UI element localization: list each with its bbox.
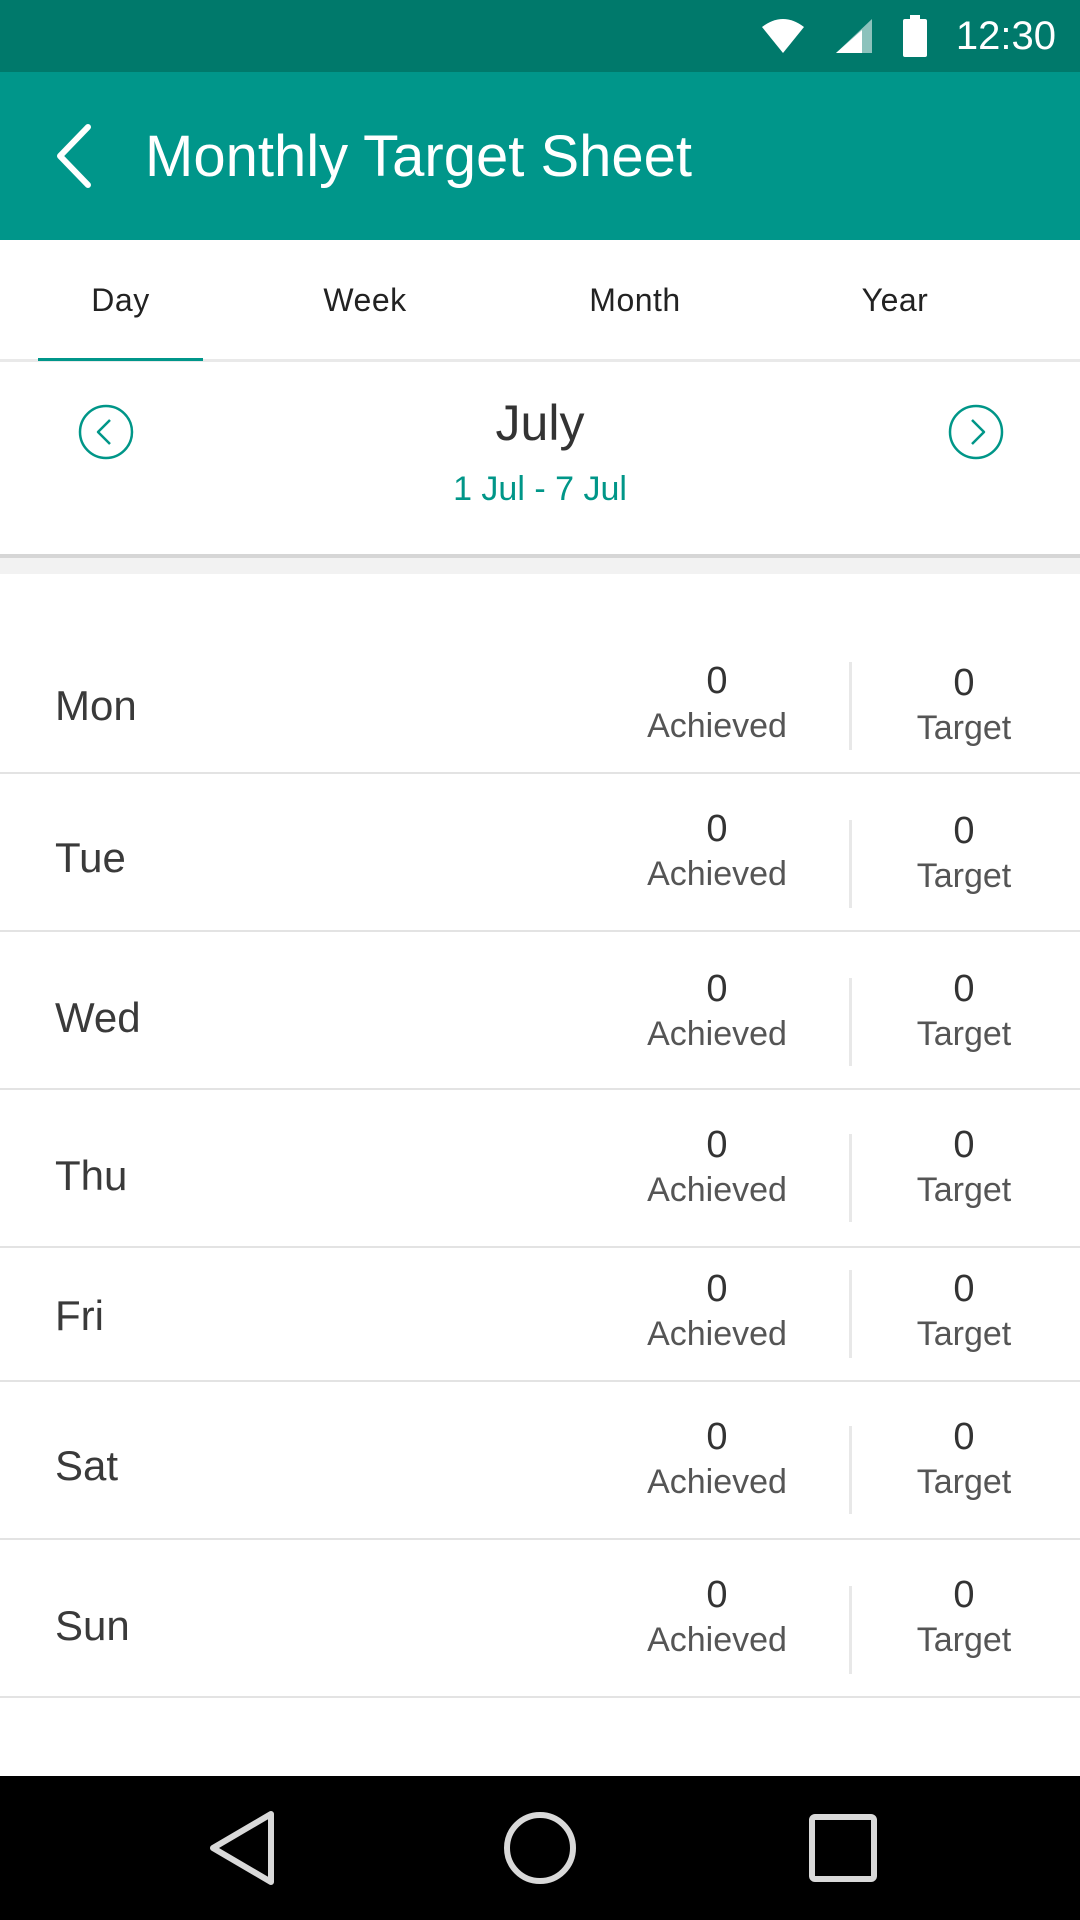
achieved-value: 0 — [706, 1416, 728, 1458]
back-button[interactable] — [30, 112, 118, 200]
target-stat: 0 Target — [874, 808, 1054, 898]
nav-recents-icon — [809, 1814, 877, 1882]
nav-back-icon — [210, 1811, 274, 1885]
day-label: Thu — [55, 1152, 128, 1199]
achieved-value: 0 — [706, 1574, 728, 1616]
target-label: Target — [916, 1171, 1012, 1209]
battery-icon — [902, 15, 927, 57]
stat-divider — [849, 1586, 852, 1674]
stat-divider — [849, 1426, 852, 1514]
target-value: 0 — [953, 1416, 975, 1458]
day-row-fri[interactable]: Fri 0 Achieved 0 Target — [0, 1248, 1080, 1382]
section-divider — [0, 558, 1080, 574]
target-value: 0 — [953, 810, 975, 852]
achieved-value: 0 — [706, 1268, 728, 1310]
target-stat: 0 Target — [874, 1572, 1054, 1662]
target-label: Target — [916, 1621, 1012, 1659]
achieved-label: Achieved — [647, 1015, 787, 1053]
target-label: Target — [916, 857, 1012, 895]
nav-home-button[interactable] — [498, 1806, 582, 1890]
target-stat: 0 Target — [874, 1266, 1054, 1356]
achieved-label: Achieved — [647, 1315, 787, 1353]
tab-day[interactable]: Day — [38, 240, 203, 360]
achieved-label: Achieved — [647, 1463, 787, 1501]
achieved-stat: 0 Achieved — [627, 1122, 807, 1212]
chevron-right-circle-icon[interactable] — [948, 404, 1004, 460]
tab-indicator — [38, 358, 203, 361]
day-label: Mon — [55, 682, 137, 729]
tab-month[interactable]: Month — [555, 240, 715, 360]
achieved-stat: 0 Achieved — [627, 1414, 807, 1504]
period-range: 1 Jul - 7 Jul — [453, 470, 627, 508]
tab-year[interactable]: Year — [815, 240, 975, 360]
day-label: Sun — [55, 1602, 130, 1649]
signal-icon — [835, 19, 872, 53]
achieved-value: 0 — [706, 1124, 728, 1166]
day-row-wed[interactable]: Wed 0 Achieved 0 Target — [0, 932, 1080, 1090]
chevron-left-icon — [57, 124, 91, 188]
day-label: Fri — [55, 1292, 104, 1339]
nav-home-icon — [504, 1812, 576, 1884]
wifi-icon — [761, 19, 804, 53]
achieved-label: Achieved — [647, 707, 787, 745]
nav-back-button[interactable] — [200, 1806, 284, 1890]
nav-recents-button[interactable] — [801, 1806, 885, 1890]
target-label: Target — [916, 1463, 1012, 1501]
achieved-stat: 0 Achieved — [627, 658, 807, 748]
day-label: Sat — [55, 1442, 119, 1489]
target-value: 0 — [953, 968, 975, 1010]
page-title: Monthly Target Sheet — [145, 124, 693, 189]
stat-divider — [849, 820, 852, 908]
target-stat: 0 Target — [874, 1414, 1054, 1504]
target-stat: 0 Target — [874, 1122, 1054, 1212]
achieved-stat: 0 Achieved — [627, 806, 807, 896]
achieved-stat: 0 Achieved — [627, 1572, 807, 1662]
app-bar: Monthly Target Sheet — [0, 72, 1080, 240]
target-value: 0 — [953, 1268, 975, 1310]
achieved-label: Achieved — [647, 855, 787, 893]
achieved-stat: 0 Achieved — [627, 966, 807, 1056]
period-month: July — [495, 395, 585, 451]
status-bar: 12:30 — [0, 0, 1080, 72]
target-value: 0 — [953, 1124, 975, 1166]
stat-divider — [849, 662, 852, 750]
achieved-value: 0 — [706, 968, 728, 1010]
target-value: 0 — [953, 1574, 975, 1616]
day-row-sat[interactable]: Sat 0 Achieved 0 Target — [0, 1382, 1080, 1540]
system-nav-bar — [0, 1776, 1080, 1920]
target-label: Target — [916, 1015, 1012, 1053]
day-row-sun[interactable]: Sun 0 Achieved 0 Target — [0, 1540, 1080, 1698]
target-label: Target — [916, 709, 1012, 747]
day-label: Tue — [55, 834, 126, 881]
status-time: 12:30 — [955, 13, 1056, 58]
period-tabs: Day Week Month Year — [0, 240, 1080, 362]
achieved-value: 0 — [706, 808, 728, 850]
day-row-mon[interactable]: Mon 0 Achieved 0 Target — [0, 628, 1080, 774]
day-row-thu[interactable]: Thu 0 Achieved 0 Target — [0, 1090, 1080, 1248]
target-label: Target — [916, 1315, 1012, 1353]
day-label: Wed — [55, 994, 141, 1041]
stat-divider — [849, 1270, 852, 1358]
achieved-value: 0 — [706, 660, 728, 702]
achieved-label: Achieved — [647, 1171, 787, 1209]
target-stat: 0 Target — [874, 660, 1054, 750]
day-row-tue[interactable]: Tue 0 Achieved 0 Target — [0, 774, 1080, 932]
stat-divider — [849, 978, 852, 1066]
stat-divider — [849, 1134, 852, 1222]
period-header: July 1 Jul - 7 Jul — [0, 362, 1080, 558]
target-stat: 0 Target — [874, 966, 1054, 1056]
status-icons: 12:30 — [760, 0, 1056, 72]
target-value: 0 — [953, 662, 975, 704]
tab-week[interactable]: Week — [285, 240, 445, 360]
achieved-label: Achieved — [647, 1621, 787, 1659]
achieved-stat: 0 Achieved — [627, 1266, 807, 1356]
